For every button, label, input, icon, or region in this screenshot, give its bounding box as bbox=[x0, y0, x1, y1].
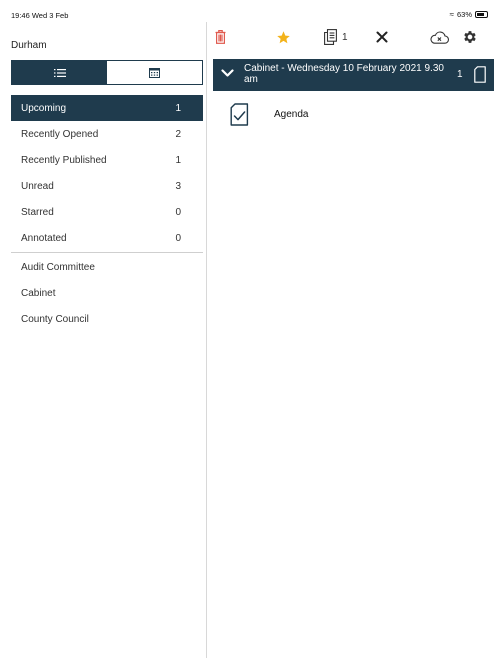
battery-icon bbox=[475, 11, 488, 18]
filter-label: Starred bbox=[21, 206, 54, 218]
list-icon bbox=[53, 68, 66, 77]
star-button[interactable] bbox=[276, 28, 291, 46]
status-time: 19:46 Wed 3 Feb bbox=[11, 11, 69, 20]
filter-recently-published[interactable]: Recently Published 1 bbox=[11, 147, 203, 173]
filter-starred[interactable]: Starred 0 bbox=[11, 199, 203, 225]
filter-label: Annotated bbox=[21, 232, 67, 244]
battery-percent: 63% bbox=[456, 10, 472, 19]
filter-count: 0 bbox=[175, 206, 181, 218]
committee-county-council[interactable]: County Council bbox=[11, 306, 203, 332]
app-window: 19:46 Wed 3 Feb ≈ 63% Durham Upcoming 1 … bbox=[0, 0, 496, 658]
filter-label: Unread bbox=[21, 180, 54, 192]
close-button[interactable] bbox=[376, 28, 388, 46]
copy-documents-icon bbox=[324, 29, 337, 45]
filter-recently-opened[interactable]: Recently Opened 2 bbox=[11, 121, 203, 147]
sidebar: Durham Upcoming 1 Recently Opened 2 Rece… bbox=[0, 22, 207, 658]
calendar-view-button[interactable] bbox=[107, 61, 202, 84]
status-bar: 19:46 Wed 3 Feb ≈ 63% bbox=[0, 0, 496, 22]
star-icon bbox=[277, 30, 290, 43]
meeting-title: Cabinet - Wednesday 10 February 2021 9.3… bbox=[244, 63, 444, 85]
meeting-header[interactable]: Cabinet - Wednesday 10 February 2021 9.3… bbox=[213, 59, 494, 91]
filter-label: Recently Opened bbox=[21, 128, 99, 140]
list-view-button[interactable] bbox=[12, 61, 107, 84]
filter-upcoming[interactable]: Upcoming 1 bbox=[11, 95, 203, 121]
filter-annotated[interactable]: Annotated 0 bbox=[11, 225, 203, 251]
close-icon bbox=[376, 31, 388, 43]
committee-list: Audit Committee Cabinet County Council bbox=[11, 254, 203, 332]
filter-label: Upcoming bbox=[21, 102, 67, 114]
delete-button[interactable] bbox=[215, 28, 226, 46]
cloud-sync-button[interactable] bbox=[430, 28, 449, 46]
filter-count: 3 bbox=[175, 180, 181, 192]
trash-icon bbox=[215, 30, 226, 44]
calendar-icon bbox=[149, 68, 160, 78]
filter-unread[interactable]: Unread 3 bbox=[11, 173, 203, 199]
copy-documents-button[interactable]: 1 bbox=[324, 28, 348, 46]
wifi-icon: ≈ bbox=[449, 10, 454, 19]
filter-count: 2 bbox=[175, 128, 181, 140]
filter-label: Recently Published bbox=[21, 154, 107, 166]
gear-icon bbox=[464, 31, 476, 43]
chevron-down-icon bbox=[221, 69, 234, 77]
settings-button[interactable] bbox=[462, 28, 478, 46]
sidebar-divider bbox=[11, 252, 203, 253]
committee-audit[interactable]: Audit Committee bbox=[11, 254, 203, 280]
view-toggle bbox=[11, 60, 203, 85]
copy-count: 1 bbox=[342, 31, 348, 43]
document-label: Agenda bbox=[274, 109, 309, 120]
cloud-sync-icon bbox=[430, 30, 449, 44]
filter-count: 1 bbox=[175, 154, 181, 166]
filter-count: 1 bbox=[175, 102, 181, 114]
org-name: Durham bbox=[11, 40, 47, 51]
document-check-icon bbox=[230, 103, 249, 126]
committee-cabinet[interactable]: Cabinet bbox=[11, 280, 203, 306]
toolbar: 1 bbox=[208, 22, 496, 56]
status-indicators: ≈ 63% bbox=[450, 10, 488, 19]
filter-list: Upcoming 1 Recently Opened 2 Recently Pu… bbox=[11, 95, 203, 251]
filter-count: 0 bbox=[175, 232, 181, 244]
document-icon bbox=[474, 66, 486, 83]
document-row-agenda[interactable]: Agenda bbox=[213, 101, 494, 131]
meeting-doc-count: 1 bbox=[457, 69, 463, 80]
